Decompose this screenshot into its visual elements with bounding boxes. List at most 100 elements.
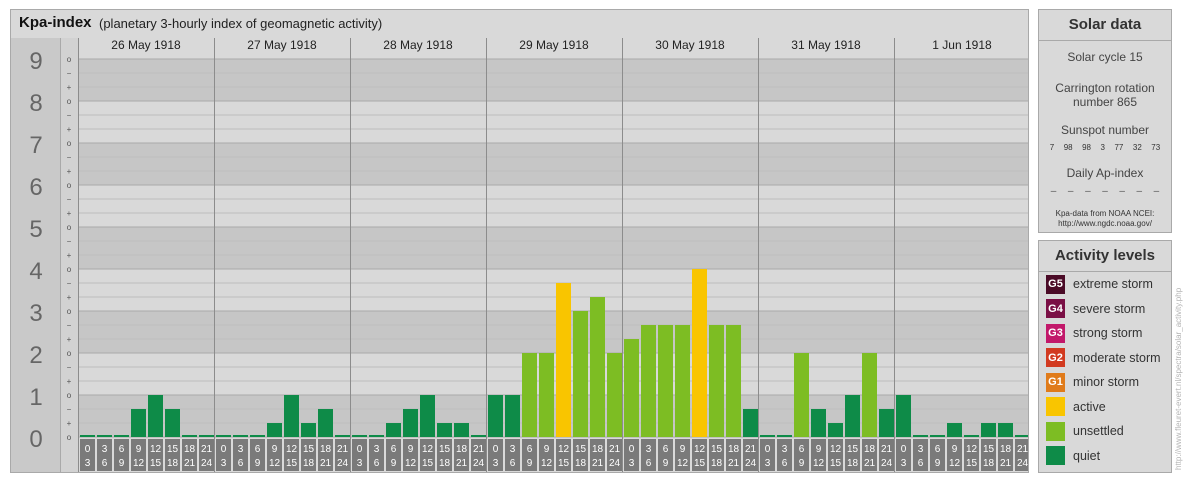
interval-start-label: 12 (286, 444, 298, 455)
ap-value: – (1067, 186, 1074, 197)
interval-end-label: 18 (711, 458, 723, 469)
y-minor-tick-label: o (67, 265, 72, 274)
kp-bar (386, 423, 401, 437)
interval-end-label: 12 (133, 458, 145, 469)
kp-bar (505, 395, 520, 437)
interval-start-label: 15 (983, 444, 995, 455)
kp-bar (811, 408, 826, 437)
sunspot-value: 7 (1049, 143, 1055, 152)
y-minor-tick-label: o (67, 181, 72, 190)
kp-bar (981, 423, 996, 437)
kpa-chart: 0123456789o+−o+−o+−o+−o+−o+−o+−o+−o+−o26… (11, 10, 1028, 472)
interval-end-label: 6 (646, 458, 652, 469)
kp-bar (437, 423, 452, 437)
interval-start-label: 6 (255, 444, 261, 455)
chart-subtitle: (planetary 3-hourly index of geomagnetic… (99, 16, 383, 31)
interval-start-label: 0 (221, 444, 227, 455)
interval-start-label: 15 (847, 444, 859, 455)
kp-bar (165, 408, 180, 437)
kp-bar (1015, 435, 1028, 437)
interval-start-label: 6 (391, 444, 397, 455)
interval-start-label: 6 (799, 444, 805, 455)
activity-level-item: G2 moderate storm (1046, 348, 1161, 368)
kp-bar (267, 423, 282, 437)
kp-band (11, 227, 1028, 269)
interval-start-label: 0 (85, 444, 91, 455)
interval-end-label: 15 (966, 458, 978, 469)
y-minor-tick-label: + (67, 377, 72, 386)
y-minor-tick-label: − (67, 405, 72, 414)
ap-index-values: – – – – – – – (1039, 186, 1171, 197)
interval-start-label: 6 (935, 444, 941, 455)
y-minor-tick-label: o (67, 391, 72, 400)
day-label: 31 May 1918 (791, 38, 861, 52)
interval-end-label: 24 (473, 458, 485, 469)
activity-level-label: strong storm (1073, 326, 1143, 340)
activity-level-item: active (1046, 397, 1106, 417)
y-minor-tick-label: − (67, 321, 72, 330)
interval-start-label: 12 (830, 444, 842, 455)
kp-bar (233, 435, 248, 437)
interval-end-label: 21 (728, 458, 740, 469)
kp-bar (658, 324, 673, 437)
interval-end-label: 18 (439, 458, 451, 469)
interval-end-label: 3 (765, 458, 771, 469)
interval-start-label: 9 (952, 444, 958, 455)
interval-end-label: 21 (592, 458, 604, 469)
interval-start-label: 9 (544, 444, 550, 455)
interval-end-label: 18 (847, 458, 859, 469)
interval-end-label: 12 (405, 458, 417, 469)
kp-bar (794, 353, 809, 437)
kp-bar (216, 435, 231, 437)
kp-bar (913, 435, 928, 437)
interval-end-label: 9 (391, 458, 397, 469)
interval-end-label: 6 (918, 458, 924, 469)
interval-start-label: 21 (609, 444, 621, 455)
kp-bar (301, 423, 316, 437)
kp-bar (369, 435, 384, 437)
activity-level-label: minor storm (1073, 375, 1139, 389)
sunspot-values: 7 98 98 3 77 32 73 (1039, 143, 1171, 152)
interval-start-label: 21 (201, 444, 213, 455)
interval-end-label: 21 (320, 458, 332, 469)
interval-end-label: 24 (1017, 458, 1028, 469)
y-minor-tick-label: − (67, 69, 72, 78)
activity-level-swatch: G3 (1046, 323, 1065, 343)
y-minor-tick-label: − (67, 363, 72, 372)
interval-start-label: 12 (558, 444, 570, 455)
interval-end-label: 3 (221, 458, 227, 469)
activity-level-label: unsettled (1073, 424, 1124, 438)
interval-end-label: 21 (456, 458, 468, 469)
interval-end-label: 12 (813, 458, 825, 469)
kp-bar (573, 311, 588, 437)
kp-band (11, 59, 1028, 101)
interval-start-label: 3 (510, 444, 516, 455)
interval-end-label: 24 (337, 458, 349, 469)
kp-bar (284, 395, 299, 437)
interval-end-label: 15 (694, 458, 706, 469)
kp-bar (947, 423, 962, 437)
kp-bar (335, 435, 350, 437)
activity-levels-panel: Activity levels G5 extreme storm G4 severe … (1038, 240, 1172, 473)
kp-bar (607, 353, 622, 437)
interval-end-label: 3 (901, 458, 907, 469)
y-tick-label: 3 (29, 300, 42, 327)
interval-start-label: 18 (184, 444, 196, 455)
kp-bar (641, 324, 656, 437)
kp-bar (879, 408, 894, 437)
kp-bar (97, 435, 112, 437)
kp-bar (624, 339, 639, 437)
interval-end-label: 18 (983, 458, 995, 469)
interval-end-label: 15 (830, 458, 842, 469)
activity-level-item: G1 minor storm (1046, 372, 1139, 392)
kp-bar (964, 435, 979, 437)
activity-level-label: quiet (1073, 448, 1101, 463)
kp-band (11, 101, 1028, 143)
y-minor-tick-label: o (67, 349, 72, 358)
chart-header: Kpa-index (planetary 3-hourly index of g… (11, 10, 1028, 38)
interval-end-label: 15 (286, 458, 298, 469)
y-minor-tick-label: o (67, 433, 72, 442)
kp-bar (522, 353, 537, 437)
ap-value: – (1050, 186, 1057, 197)
interval-start-label: 6 (527, 444, 533, 455)
